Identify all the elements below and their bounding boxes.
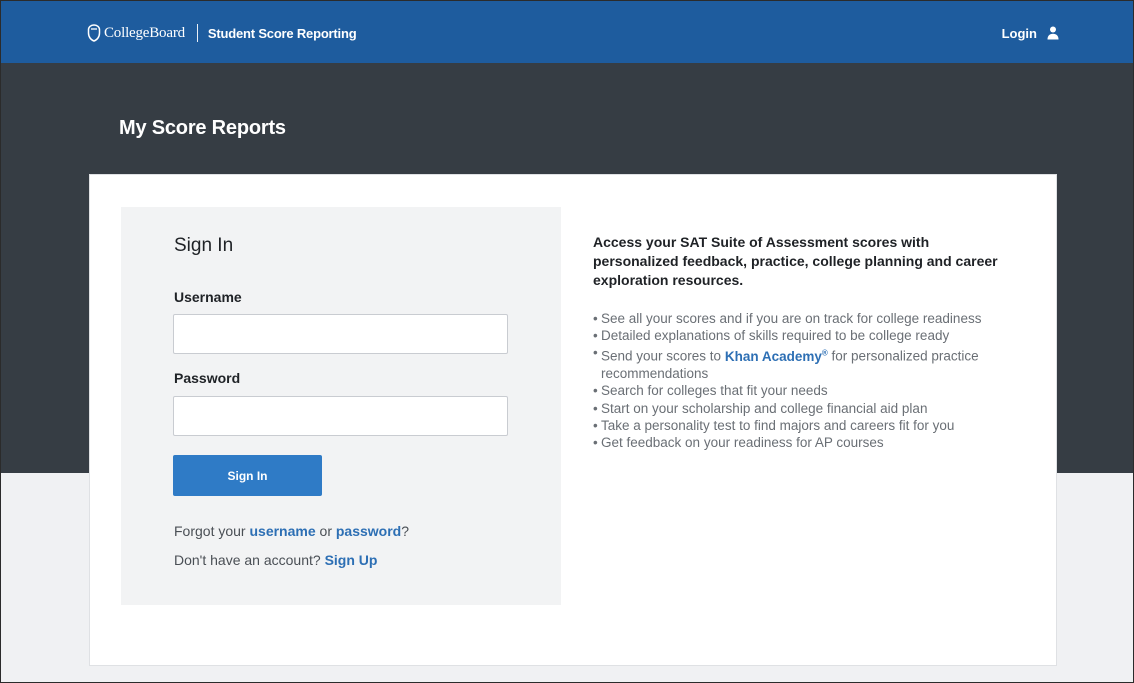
benefits-heading: Access your SAT Suite of Assessment scor… xyxy=(593,234,998,288)
login-label: Login xyxy=(1001,25,1037,41)
top-nav-bar: CollegeBoard Student Score Reporting Log… xyxy=(1,1,1133,63)
benefits-section: Access your SAT Suite of Assessment scor… xyxy=(593,233,1008,451)
forgot-password-link[interactable]: password xyxy=(336,523,401,539)
forgot-prefix: Forgot your xyxy=(174,523,246,539)
user-icon xyxy=(1047,26,1059,40)
page-title: My Score Reports xyxy=(119,117,286,139)
bullet: • xyxy=(593,311,598,326)
product-name: Student Score Reporting xyxy=(207,25,357,41)
list-item: • Take a personality test to find majors … xyxy=(593,417,955,433)
brand[interactable]: CollegeBoard Student Score Reporting xyxy=(87,23,357,43)
username-input[interactable] xyxy=(173,314,508,354)
benefits-list: • See all your scores and if you are on t… xyxy=(593,310,1008,451)
forgot-or: or xyxy=(319,523,332,539)
brand-name: CollegeBoard xyxy=(104,24,185,41)
bullet: • xyxy=(593,383,598,399)
acorn-logo-icon xyxy=(87,24,101,42)
forgot-credentials-text: Forgot your username or password? xyxy=(174,523,409,539)
sign-in-button[interactable]: Sign In xyxy=(173,455,322,496)
list-item: • See all your scores and if you are on t… xyxy=(593,311,982,326)
sign-in-panel: Sign In Username Password Sign In Forgot… xyxy=(121,207,561,605)
sign-up-prompt: Don't have an account? Sign Up xyxy=(174,552,377,568)
forgot-username-link[interactable]: username xyxy=(249,523,315,539)
list-item: • Get feedback on your readiness for AP c… xyxy=(593,434,884,450)
content-card: Sign In Username Password Sign In Forgot… xyxy=(89,174,1057,666)
bullet: • xyxy=(593,417,598,433)
brand-divider xyxy=(196,24,198,42)
password-input[interactable] xyxy=(173,396,508,436)
list-item: • Detailed explanations of skills require… xyxy=(593,328,950,344)
password-label: Password xyxy=(174,370,241,386)
username-label: Username xyxy=(174,289,242,305)
sign-up-prefix: Don't have an account? xyxy=(174,552,321,568)
khan-academy-link[interactable]: Khan Academy® xyxy=(725,348,828,364)
bullet: • xyxy=(593,400,598,416)
forgot-suffix: ? xyxy=(401,523,410,539)
login-button[interactable]: Login xyxy=(1002,23,1059,43)
sign-up-link[interactable]: Sign Up xyxy=(325,552,378,568)
list-item: • Search for colleges that fit your needs xyxy=(593,383,828,399)
sign-in-heading: Sign In xyxy=(174,235,234,256)
bullet: • xyxy=(593,345,598,361)
bullet: • xyxy=(593,434,598,450)
list-item: • Start on your scholarship and college f… xyxy=(593,400,928,416)
list-item: • Send your scores to Khan Academy® for p… xyxy=(593,345,979,382)
page-frame: CollegeBoard Student Score Reporting Log… xyxy=(0,0,1134,683)
bullet: • xyxy=(593,328,598,344)
